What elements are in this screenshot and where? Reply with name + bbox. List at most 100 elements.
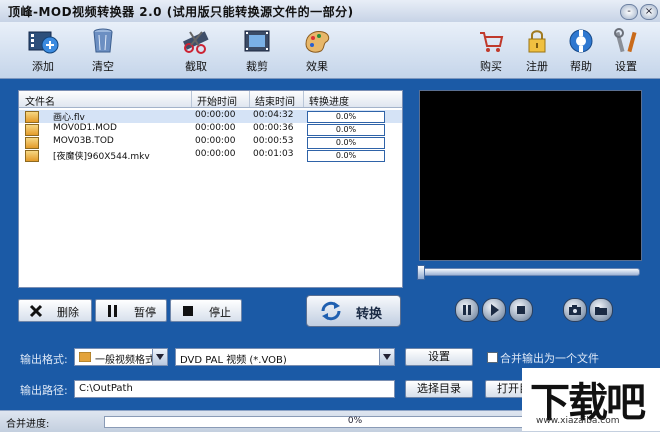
pause-preview-button[interactable] <box>455 298 479 322</box>
table-row[interactable]: MOV0D1.MOD 00:00:00 00:00:36 0.0% <box>19 123 402 136</box>
table-row[interactable]: [夜魔侠]960X544.mkv 00:00:00 00:01:03 0.0% <box>19 149 402 162</box>
trim-button[interactable]: 截取 <box>171 26 221 76</box>
row-progress: 0.0% <box>307 111 385 123</box>
format-settings-button[interactable]: 设置 <box>405 348 473 366</box>
column-divider <box>303 91 304 107</box>
watermark-url: www.xiazaiba.com <box>536 416 620 426</box>
toolbar: 添加 清空 截取 裁剪 效果 购买 注册 帮助 设置 <box>0 22 660 79</box>
choose-directory-button[interactable]: 选择目录 <box>405 380 473 398</box>
stop-icon <box>517 306 525 314</box>
output-path-value: C:\OutPath <box>79 383 133 394</box>
register-label: 注册 <box>526 60 548 73</box>
merge-output-checkbox[interactable] <box>487 352 498 363</box>
stop-label: 停止 <box>209 306 231 319</box>
watermark-logo: 下载吧 www.xiazaiba.com <box>522 368 660 431</box>
pause-bars-icon <box>108 305 117 317</box>
chevron-down-icon[interactable] <box>152 349 167 365</box>
help-label: 帮助 <box>570 60 592 73</box>
format-select[interactable]: DVD PAL 视频 (*.VOB) <box>175 348 395 366</box>
file-name: 画心.flv <box>53 113 85 123</box>
close-button[interactable]: × <box>640 4 658 20</box>
snapshot-button[interactable] <box>563 298 587 322</box>
output-path-label: 输出路径: <box>20 384 68 397</box>
stop-button[interactable]: 停止 <box>170 299 242 322</box>
delete-button[interactable]: 删除 <box>18 299 92 322</box>
add-video-icon <box>28 31 59 54</box>
tools-icon <box>614 28 637 53</box>
delete-x-icon <box>29 304 43 318</box>
register-button[interactable]: 注册 <box>512 26 562 76</box>
add-label: 添加 <box>32 60 54 73</box>
seek-track[interactable] <box>418 268 640 276</box>
effects-palette-icon <box>305 31 330 53</box>
film-icon <box>79 352 91 362</box>
table-row[interactable]: MOV03B.TOD 00:00:00 00:00:53 0.0% <box>19 136 402 149</box>
video-file-icon <box>25 124 39 136</box>
buy-button[interactable]: 购买 <box>466 26 516 76</box>
play-icon <box>491 304 499 316</box>
minimize-button[interactable]: - <box>620 4 638 20</box>
column-divider <box>249 91 250 107</box>
row-progress: 0.0% <box>307 137 385 149</box>
convert-button[interactable]: 转换 <box>306 295 401 327</box>
end-time: 00:01:03 <box>253 149 294 159</box>
output-format-label: 输出格式: <box>20 353 68 366</box>
start-time: 00:00:00 <box>195 110 236 120</box>
format-category-select[interactable]: 一般视频格式 <box>74 348 168 366</box>
play-preview-button[interactable] <box>482 298 506 322</box>
output-path-input[interactable]: C:\OutPath <box>74 380 395 398</box>
convert-label: 转换 <box>356 307 383 322</box>
format-value: DVD PAL 视频 (*.VOB) <box>180 355 287 366</box>
end-time: 00:00:53 <box>253 136 294 146</box>
pause-button[interactable]: 暂停 <box>95 299 167 322</box>
settings-toolbar-button[interactable]: 设置 <box>601 26 651 76</box>
scissors-icon <box>183 31 209 54</box>
col-progress[interactable]: 转换进度 <box>309 93 349 108</box>
camera-icon <box>569 305 581 315</box>
seek-thumb[interactable] <box>417 265 425 280</box>
video-file-icon <box>25 150 39 162</box>
help-icon <box>569 29 593 53</box>
buy-label: 购买 <box>480 60 502 73</box>
col-end-time[interactable]: 结束时间 <box>255 93 295 108</box>
crop-button[interactable]: 裁剪 <box>232 26 282 76</box>
add-button[interactable]: 添加 <box>18 26 68 76</box>
window-title: 顶峰-MOD视频转换器 2.0 (试用版只能转换源文件的一部分) <box>8 5 354 19</box>
col-start-time[interactable]: 开始时间 <box>197 93 237 108</box>
clear-bin-icon <box>93 28 113 53</box>
merge-output-label: 合并输出为一个文件 <box>500 352 599 365</box>
pause-label: 暂停 <box>134 306 156 319</box>
col-filename[interactable]: 文件名 <box>25 93 55 108</box>
crop-film-icon <box>244 30 270 52</box>
convert-arrows-icon <box>321 301 341 321</box>
row-progress: 0.0% <box>307 150 385 162</box>
stop-preview-button[interactable] <box>509 298 533 322</box>
help-button[interactable]: 帮助 <box>556 26 606 76</box>
start-time: 00:00:00 <box>195 149 236 159</box>
column-divider <box>191 91 192 107</box>
open-folder-preview-button[interactable] <box>589 298 613 322</box>
merge-progress-label: 合并进度: <box>6 419 50 430</box>
video-file-icon <box>25 111 39 123</box>
format-category-value: 一般视频格式 <box>95 355 155 366</box>
settings-toolbar-label: 设置 <box>615 60 637 73</box>
file-list-header: 文件名 开始时间 结束时间 转换进度 <box>19 91 402 108</box>
effects-button[interactable]: 效果 <box>292 26 342 76</box>
table-row[interactable]: 画心.flv 00:00:00 00:04:32 0.0% <box>19 110 402 123</box>
app-window: 顶峰-MOD视频转换器 2.0 (试用版只能转换源文件的一部分) - × 添加 … <box>0 0 660 432</box>
file-name: MOV0D1.MOD <box>53 123 117 133</box>
chevron-down-icon[interactable] <box>379 349 394 365</box>
end-time: 00:04:32 <box>253 110 294 120</box>
start-time: 00:00:00 <box>195 123 236 133</box>
end-time: 00:00:36 <box>253 123 294 133</box>
file-name: MOV03B.TOD <box>53 136 114 146</box>
pause-icon <box>463 305 471 315</box>
start-time: 00:00:00 <box>195 136 236 146</box>
clear-button[interactable]: 清空 <box>78 26 128 76</box>
video-file-icon <box>25 137 39 149</box>
trim-label: 截取 <box>185 60 207 73</box>
file-list-panel: 文件名 开始时间 结束时间 转换进度 画心.flv 00:00:00 00:04:3… <box>18 90 403 288</box>
file-name: [夜魔侠]960X544.mkv <box>53 152 150 162</box>
crop-label: 裁剪 <box>246 60 268 73</box>
lock-icon <box>528 30 546 53</box>
